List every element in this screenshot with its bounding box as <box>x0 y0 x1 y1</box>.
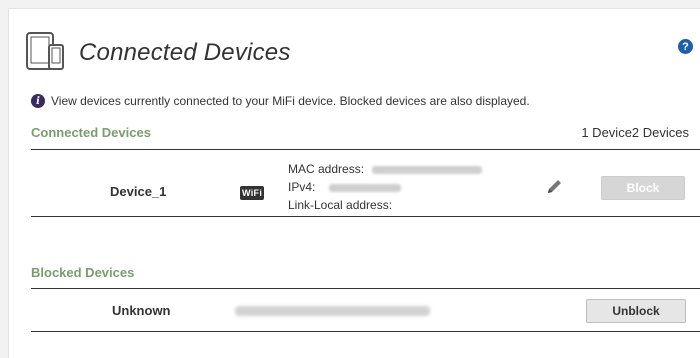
block-button[interactable]: Block <box>601 176 685 200</box>
blocked-device-mac <box>235 306 430 316</box>
connected-device-name: Device_1 <box>110 184 167 199</box>
divider <box>31 149 700 150</box>
info-icon: i <box>31 94 45 108</box>
edit-pencil-icon[interactable] <box>545 178 563 196</box>
blocked-device-name: Unknown <box>112 303 171 318</box>
info-text: View devices currently connected to your… <box>51 94 530 108</box>
blocked-devices-heading: Blocked Devices <box>31 265 135 280</box>
link-local-label: Link-Local address: <box>288 198 393 212</box>
help-icon[interactable]: ? <box>678 39 693 54</box>
link-local-row: Link-Local address: <box>288 198 392 212</box>
tablet-phone-icon <box>25 31 65 75</box>
mac-address-label: MAC address: <box>288 162 365 176</box>
mac-address-value <box>372 165 483 174</box>
divider <box>31 288 700 289</box>
wifi-badge-icon: WiFi <box>240 186 265 200</box>
info-message: i View devices currently connected to yo… <box>31 94 530 108</box>
connected-devices-heading: Connected Devices <box>31 125 151 140</box>
page-title: Connected Devices <box>79 39 291 66</box>
ipv4-value <box>329 183 402 192</box>
page-header: Connected Devices <box>25 29 291 77</box>
ipv4-row: IPv4: <box>288 180 402 194</box>
connected-devices-panel: Connected Devices ? i View devices curre… <box>8 8 700 358</box>
device-count: 1 Device2 Devices <box>581 125 689 140</box>
ipv4-label: IPv4: <box>288 180 316 194</box>
divider <box>31 216 700 217</box>
divider <box>31 331 700 332</box>
mac-address-row: MAC address: <box>288 162 483 176</box>
unblock-button[interactable]: Unblock <box>586 299 686 323</box>
